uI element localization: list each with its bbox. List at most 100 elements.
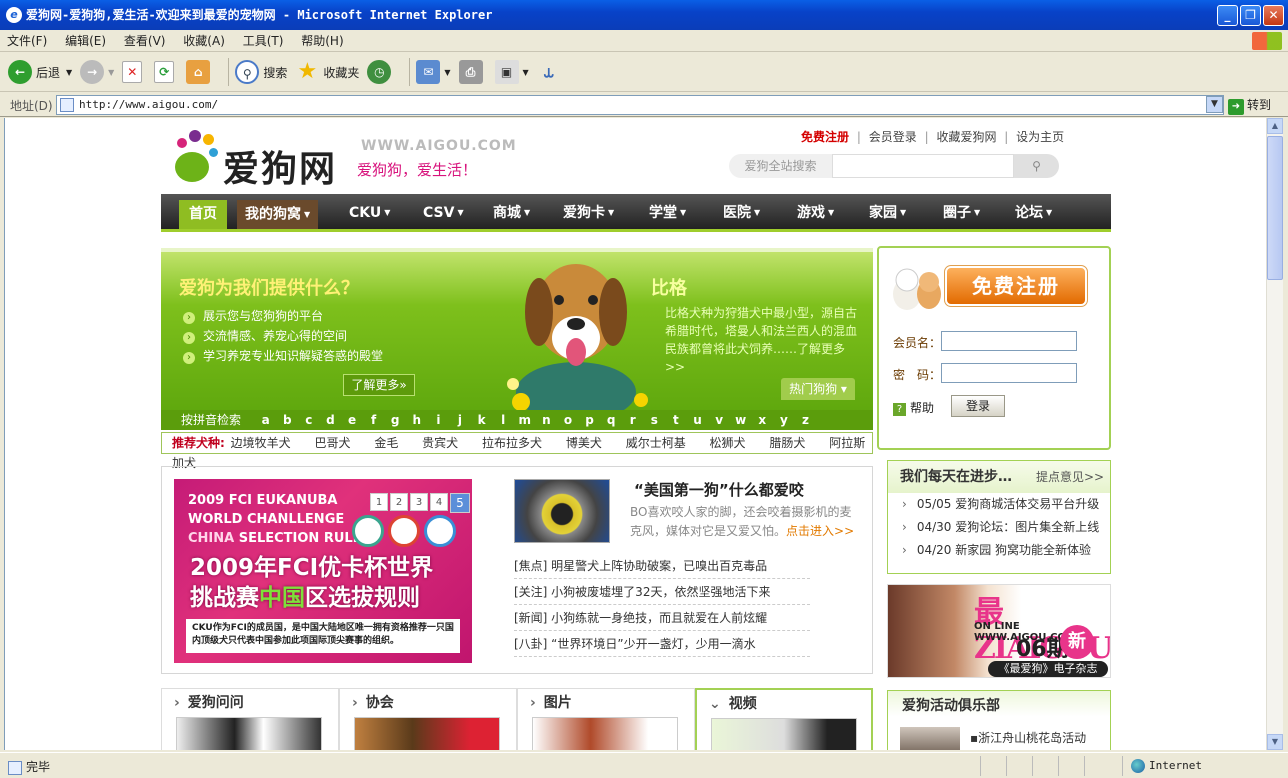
refresh-button[interactable]: ⟳ bbox=[154, 61, 178, 83]
fci-banner[interactable]: 2009 FCI EUKANUBA WORLD CHANLLENGE CHINA… bbox=[174, 479, 472, 663]
nav-hospital[interactable]: 医院 ▼ bbox=[723, 194, 760, 232]
search-submit-icon[interactable]: ⚲ bbox=[1014, 154, 1059, 178]
news-item[interactable]: [焦点] 明星警犬上阵协助破案，已嗅出百克毒品 bbox=[514, 553, 810, 579]
nav-games[interactable]: 游戏 ▼ bbox=[797, 194, 834, 232]
letter-link[interactable]: c bbox=[298, 410, 320, 430]
letter-link[interactable]: n bbox=[536, 410, 558, 430]
breed-link[interactable]: 巴哥犬 bbox=[314, 436, 350, 450]
menu-favorites[interactable]: 收藏(A) bbox=[176, 30, 232, 52]
scroll-up-icon[interactable]: ▲ bbox=[1267, 118, 1283, 134]
menu-file[interactable]: 文件(F) bbox=[0, 30, 54, 52]
nav-school[interactable]: 学堂 ▼ bbox=[649, 194, 686, 232]
slide-page-3[interactable]: 3 bbox=[410, 493, 428, 511]
back-dropdown-icon[interactable]: ▼ bbox=[66, 68, 72, 77]
username-input[interactable] bbox=[941, 331, 1077, 351]
close-button[interactable]: ✕ bbox=[1263, 5, 1284, 26]
print-button[interactable]: ⎙ bbox=[458, 60, 487, 84]
search-input[interactable] bbox=[832, 154, 1014, 178]
news-item[interactable]: [新闻] 小狗练就一身绝技，而且就爱在人前炫耀 bbox=[514, 605, 810, 631]
slide-page-5[interactable]: 5 bbox=[450, 493, 470, 513]
column-title[interactable]: 视频 bbox=[697, 690, 871, 718]
nav-csv[interactable]: CSV ▼ bbox=[423, 194, 464, 232]
breed-link[interactable]: 松狮犬 bbox=[710, 436, 746, 450]
progress-item[interactable]: 04/20 新家园 狗窝功能全新体验 bbox=[888, 539, 1110, 562]
progress-item[interactable]: 04/30 爱狗论坛：图片集全新上线 bbox=[888, 516, 1110, 539]
minimize-button[interactable]: _ bbox=[1217, 5, 1238, 26]
letter-link[interactable]: l bbox=[492, 410, 514, 430]
club-thumbnail[interactable] bbox=[900, 727, 960, 750]
nav-cku[interactable]: CKU ▼ bbox=[349, 194, 390, 232]
letter-link[interactable]: b bbox=[276, 410, 298, 430]
bo-dog-thumbnail[interactable] bbox=[514, 479, 610, 543]
breed-link[interactable]: 贵宾犬 bbox=[422, 436, 458, 450]
menu-edit[interactable]: 编辑(E) bbox=[58, 30, 113, 52]
vertical-scrollbar[interactable]: ▲ ▼ bbox=[1266, 118, 1283, 750]
learn-more-button[interactable]: 了解更多» bbox=[343, 374, 415, 396]
letter-link[interactable]: e bbox=[341, 410, 363, 430]
menu-help[interactable]: 帮助(H) bbox=[294, 30, 350, 52]
address-input[interactable]: http://www.aigou.com/ bbox=[56, 95, 1224, 115]
scroll-thumb[interactable] bbox=[1267, 136, 1283, 280]
back-button[interactable]: ← 后退 ▼ bbox=[8, 60, 72, 84]
letter-link[interactable]: m bbox=[514, 410, 536, 430]
nav-mall[interactable]: 商城 ▼ bbox=[493, 194, 530, 232]
letter-link[interactable]: j bbox=[449, 410, 471, 430]
nav-my-kennel[interactable]: 我的狗窝 ▼ bbox=[237, 200, 319, 229]
photos-image[interactable] bbox=[532, 717, 678, 750]
slide-page-2[interactable]: 2 bbox=[390, 493, 408, 511]
mail-dropdown-icon[interactable]: ▼ bbox=[444, 68, 450, 77]
letter-link[interactable]: g bbox=[384, 410, 406, 430]
letter-link[interactable]: q bbox=[600, 410, 622, 430]
letter-link[interactable]: o bbox=[557, 410, 579, 430]
messenger-button[interactable]: ⥿ bbox=[537, 60, 565, 84]
video-image[interactable] bbox=[711, 718, 857, 750]
enter-link[interactable]: 点击进入>> bbox=[786, 524, 854, 538]
letter-link[interactable]: s bbox=[644, 410, 666, 430]
password-input[interactable] bbox=[941, 363, 1077, 383]
letter-link[interactable]: x bbox=[752, 410, 774, 430]
breed-title[interactable]: 比格 bbox=[651, 274, 687, 300]
qa-image[interactable] bbox=[176, 717, 322, 750]
letter-link[interactable]: f bbox=[363, 410, 385, 430]
club-title[interactable]: 爱狗活动俱乐部 bbox=[888, 691, 1110, 721]
edit-dropdown-icon[interactable]: ▼ bbox=[523, 68, 529, 77]
nav-home[interactable]: 首页 bbox=[179, 200, 227, 229]
login-button[interactable]: 登录 bbox=[951, 395, 1005, 417]
register-link[interactable]: 免费注册 bbox=[801, 130, 849, 144]
login-link[interactable]: 会员登录 bbox=[869, 130, 917, 144]
breed-link[interactable]: 腊肠犬 bbox=[769, 436, 805, 450]
letter-link[interactable]: h bbox=[406, 410, 428, 430]
association-image[interactable] bbox=[354, 717, 500, 750]
column-title[interactable]: 图片 bbox=[518, 689, 694, 717]
address-dropdown-icon[interactable]: ▼ bbox=[1206, 96, 1223, 113]
club-item[interactable]: ▪浙江舟山桃花岛活动 bbox=[970, 729, 1086, 746]
menu-tools[interactable]: 工具(T) bbox=[236, 30, 291, 52]
news-item[interactable]: [八卦] “世界环境日”少开一盏灯，少用一滴水 bbox=[514, 631, 810, 657]
breed-link[interactable]: 边境牧羊犬 bbox=[231, 436, 291, 450]
column-title[interactable]: 协会 bbox=[340, 689, 516, 717]
letter-link[interactable]: v bbox=[708, 410, 730, 430]
letter-link[interactable]: i bbox=[428, 410, 450, 430]
nav-circles[interactable]: 圈子 ▼ bbox=[943, 194, 980, 232]
go-button[interactable]: ➜ 转到 bbox=[1228, 96, 1271, 115]
slide-page-4[interactable]: 4 bbox=[430, 493, 448, 511]
beagle-image[interactable] bbox=[491, 252, 661, 416]
news-headline[interactable]: “美国第一狗”什么都爱咬 bbox=[634, 479, 804, 500]
scroll-down-icon[interactable]: ▼ bbox=[1267, 734, 1283, 750]
history-button[interactable]: ◷ bbox=[367, 60, 395, 84]
letter-link[interactable]: t bbox=[665, 410, 687, 430]
letter-link[interactable]: y bbox=[773, 410, 795, 430]
letter-link[interactable]: k bbox=[471, 410, 493, 430]
nav-home-garden[interactable]: 家园 ▼ bbox=[869, 194, 906, 232]
breed-link[interactable]: 威尔士柯基 bbox=[626, 436, 686, 450]
search-button[interactable]: ⚲ 搜索 bbox=[235, 60, 287, 84]
maximize-button[interactable]: ❐ bbox=[1240, 5, 1261, 26]
letter-link[interactable]: a bbox=[255, 410, 277, 430]
letter-link[interactable]: z bbox=[795, 410, 817, 430]
breed-link[interactable]: 拉布拉多犬 bbox=[482, 436, 542, 450]
help-link[interactable]: ? 帮助 bbox=[893, 399, 934, 416]
breed-link[interactable]: 金毛 bbox=[374, 436, 398, 450]
letter-link[interactable]: u bbox=[687, 410, 709, 430]
news-item[interactable]: [关注] 小狗被废墟埋了32天，依然坚强地活下来 bbox=[514, 579, 810, 605]
letter-link[interactable]: r bbox=[622, 410, 644, 430]
